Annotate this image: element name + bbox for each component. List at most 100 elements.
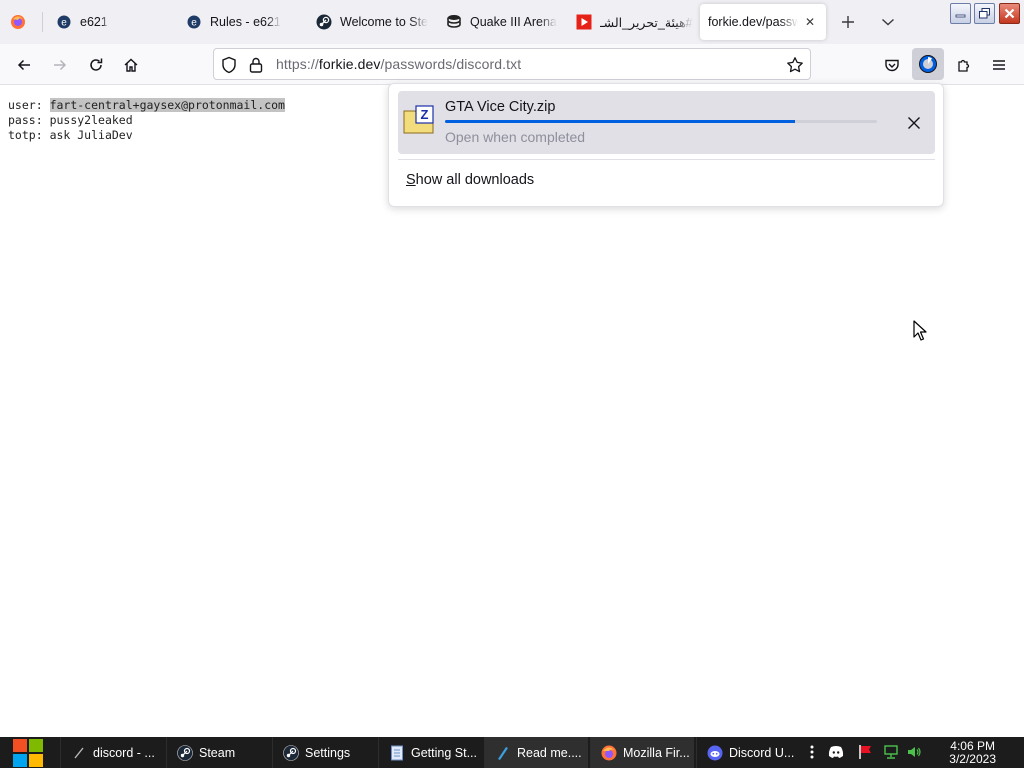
- download-item[interactable]: Z GTA Vice City.zip Open when completed: [398, 91, 935, 154]
- taskbar-item-firefox[interactable]: Mozilla Fir...: [590, 737, 694, 768]
- windows-logo-icon: [13, 738, 43, 767]
- url-bar[interactable]: https://forkie.dev/passwords/discord.txt: [213, 48, 811, 80]
- home-button[interactable]: [118, 52, 144, 78]
- tab-steam[interactable]: Welcome to Ste: [316, 4, 430, 40]
- more-options-icon[interactable]: [804, 744, 820, 760]
- line-key: pass:: [8, 113, 43, 127]
- tab-separator: [42, 12, 43, 32]
- close-icon: [1004, 8, 1015, 19]
- taskbar-item-getting-started[interactable]: Getting St...: [378, 737, 482, 768]
- taskbar-item-label: Mozilla Fir...: [623, 745, 690, 760]
- reload-button[interactable]: [83, 52, 109, 78]
- downloads-button[interactable]: [912, 48, 944, 80]
- chevron-down-icon: [882, 18, 894, 26]
- volume-icon[interactable]: [906, 744, 922, 760]
- svg-text:Z: Z: [421, 107, 429, 122]
- list-all-tabs-button[interactable]: [876, 10, 900, 34]
- restore-icon: [979, 8, 990, 19]
- accesskey-letter: S: [406, 172, 416, 188]
- line-value: ask JuliaDev: [49, 128, 133, 142]
- back-button[interactable]: [11, 52, 37, 78]
- taskbar-item-label: discord - ...: [93, 745, 155, 760]
- url-host: forkie.dev: [318, 56, 381, 72]
- back-arrow-icon: [17, 59, 30, 71]
- database-favicon: [446, 14, 462, 30]
- start-button[interactable]: [8, 737, 48, 768]
- extensions-button[interactable]: [951, 52, 977, 78]
- pocket-icon: [885, 59, 899, 72]
- taskbar-item-discord-update[interactable]: Discord U...: [696, 737, 800, 768]
- text-line-pass: pass: pussy2leaked: [8, 113, 285, 128]
- downloads-panel: Z GTA Vice City.zip Open when completed …: [388, 83, 944, 207]
- line-key: totp:: [8, 128, 43, 142]
- pocket-button[interactable]: [879, 52, 905, 78]
- panel-divider: [398, 159, 935, 160]
- tab-title: Rules - e621: [210, 15, 281, 29]
- forward-button[interactable]: [47, 52, 73, 78]
- taskbar-item-label: Steam: [199, 745, 236, 760]
- svg-text:e: e: [191, 18, 197, 29]
- text-icon: [495, 745, 511, 761]
- bookmark-star-icon[interactable]: [786, 56, 804, 77]
- network-icon[interactable]: [883, 744, 899, 760]
- svg-text:e: e: [61, 18, 67, 29]
- tab-e621[interactable]: e e621: [56, 4, 164, 40]
- app-menu-button[interactable]: [986, 52, 1012, 78]
- taskbar-item-discord-console[interactable]: discord - ...: [60, 737, 164, 768]
- forward-arrow-icon: [54, 59, 67, 71]
- youtube-favicon: [576, 14, 592, 30]
- text-line-totp: totp: ask JuliaDev: [8, 128, 285, 143]
- minimize-icon: [955, 14, 966, 18]
- action-center-flag-icon[interactable]: [858, 744, 874, 760]
- discord-icon: [707, 745, 723, 761]
- plain-text-document[interactable]: user: fart-central+gaysex@protonmail.com…: [8, 98, 285, 143]
- taskbar-item-label: Read me....: [517, 745, 582, 760]
- url-path: /passwords/discord.txt: [380, 56, 522, 72]
- mouse-pointer-icon: [913, 320, 929, 342]
- tab-title: Welcome to Ste: [340, 15, 429, 29]
- tab-firefox-view[interactable]: [10, 4, 34, 40]
- restore-button[interactable]: [974, 3, 995, 24]
- taskbar: discord - ... Steam Settings Getting St.…: [0, 737, 1024, 768]
- navigation-toolbar: https://forkie.dev/passwords/discord.txt: [0, 44, 1024, 85]
- firefox-icon: [601, 745, 617, 761]
- cancel-download-button[interactable]: [902, 111, 926, 135]
- url-scheme: https://: [276, 56, 319, 72]
- puzzle-icon: [958, 59, 970, 72]
- text-line-user: user: fart-central+gaysex@protonmail.com: [8, 98, 285, 113]
- close-icon: [908, 117, 920, 129]
- line-value: pussy2leaked: [49, 113, 133, 127]
- discord-tray-icon[interactable]: [828, 744, 844, 760]
- tracking-protection-shield-icon[interactable]: [221, 56, 237, 77]
- tab-title: Quake III Arena: [470, 15, 557, 29]
- e621-favicon: e: [186, 14, 202, 30]
- tab-active-forkie[interactable]: forkie.dev/passw ✕: [700, 4, 826, 40]
- steam-icon: [283, 744, 299, 761]
- show-all-downloads-button[interactable]: Show all downloads: [406, 172, 534, 188]
- tab-quake[interactable]: Quake III Arena: [446, 4, 558, 40]
- button-label: how all downloads: [415, 172, 535, 188]
- tab-youtube[interactable]: #هيئة_تحرير_الشـ: [576, 4, 694, 40]
- hamburger-menu-icon: [993, 60, 1005, 70]
- new-tab-button[interactable]: [836, 10, 860, 34]
- taskbar-item-label: Discord U...: [729, 745, 795, 760]
- line-key: user:: [8, 98, 43, 112]
- system-tray: 4:06 PM 3/2/2023: [800, 737, 1024, 768]
- download-progress-fill: [445, 120, 795, 123]
- selected-text[interactable]: fart-central+gaysex@protonmail.com: [49, 98, 285, 112]
- reload-icon: [90, 58, 103, 71]
- lock-icon[interactable]: [249, 56, 263, 77]
- taskbar-item-settings[interactable]: Settings: [272, 737, 376, 768]
- url-text[interactable]: https://forkie.dev/passwords/discord.txt: [276, 56, 521, 72]
- tab-title: forkie.dev/passw: [708, 15, 798, 29]
- close-window-button[interactable]: [999, 3, 1020, 24]
- download-progress-icon: [919, 55, 937, 73]
- minimize-button[interactable]: [950, 3, 971, 24]
- taskbar-item-steam[interactable]: Steam: [166, 737, 270, 768]
- close-icon[interactable]: ✕: [802, 14, 818, 30]
- taskbar-item-label: Settings: [305, 745, 351, 760]
- console-icon: [71, 745, 87, 761]
- taskbar-item-readme[interactable]: Read me....: [484, 737, 588, 768]
- system-clock[interactable]: 4:06 PM 3/2/2023: [949, 740, 996, 766]
- tab-rules-e621[interactable]: e Rules - e621: [186, 4, 296, 40]
